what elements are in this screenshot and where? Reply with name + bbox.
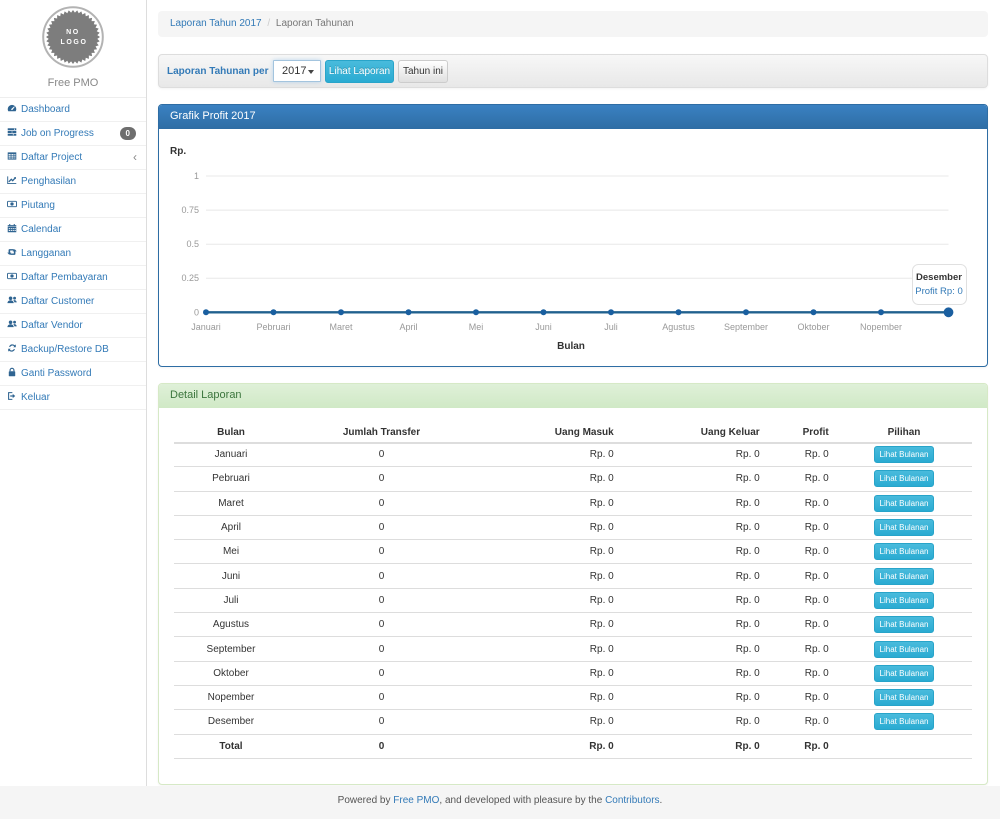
svg-text:September: September [724,322,768,332]
svg-text:NO: NO [66,29,80,36]
svg-text:Oktober: Oktober [797,322,829,332]
svg-text:0.25: 0.25 [181,273,199,283]
svg-text:Bulan: Bulan [557,341,585,352]
svg-text:1: 1 [194,171,199,181]
svg-text:Juni: Juni [535,322,552,332]
svg-text:Nopember: Nopember [860,322,902,332]
svg-text:0.5: 0.5 [186,239,199,249]
svg-text:Rp.: Rp. [170,146,186,157]
svg-text:April: April [399,322,417,332]
svg-text:Desember: Desember [916,272,962,283]
svg-text:Juli: Juli [604,322,618,332]
svg-text:0: 0 [194,307,199,317]
svg-text:Maret: Maret [329,322,353,332]
svg-text:Agustus: Agustus [662,322,695,332]
svg-text:0.75: 0.75 [181,205,199,215]
svg-text:Mei: Mei [469,322,484,332]
svg-text:Profit Rp: 0: Profit Rp: 0 [915,286,963,297]
svg-text:Pebruari: Pebruari [256,322,290,332]
svg-text:LOGO: LOGO [60,39,87,46]
svg-text:Januari: Januari [191,322,221,332]
